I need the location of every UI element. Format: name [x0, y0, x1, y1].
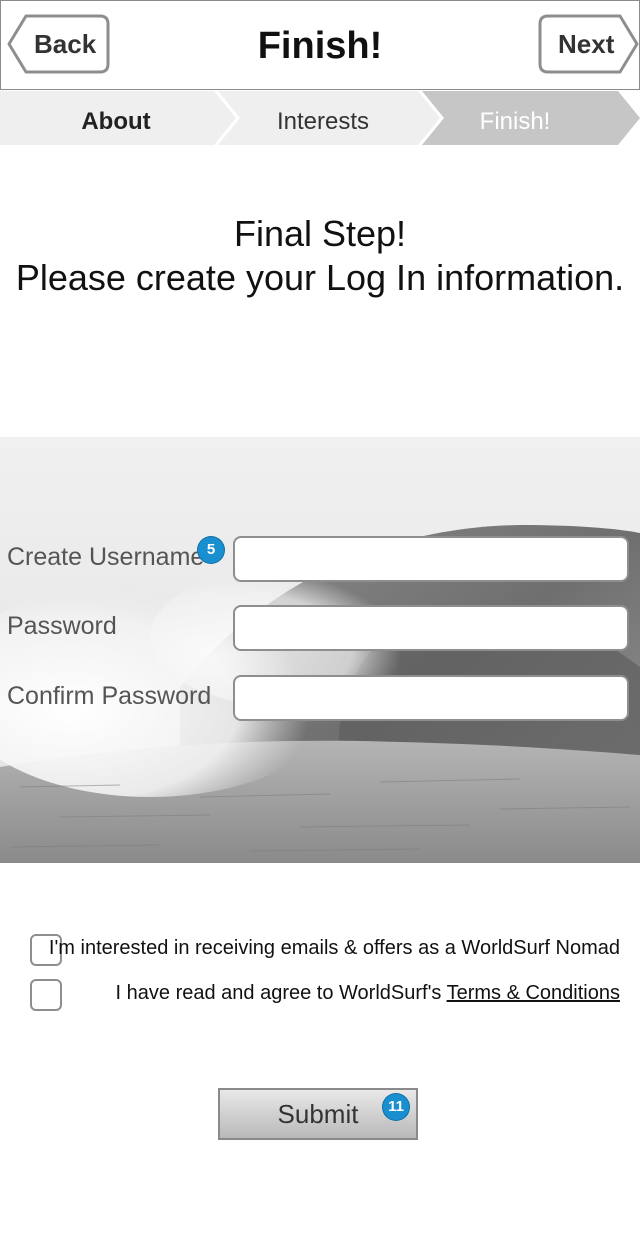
step-interests[interactable]: Interests	[226, 91, 420, 145]
submit-button-label: Submit	[277, 1099, 359, 1129]
next-button-label: Next	[558, 29, 615, 59]
confirm-password-input[interactable]	[233, 675, 629, 721]
intro-line-2: Please create your Log In information.	[15, 257, 625, 298]
username-input[interactable]	[233, 536, 629, 582]
step-progress: About Interests Finish!	[0, 91, 640, 145]
step-finish[interactable]: Finish!	[430, 91, 600, 145]
confirm-password-label: Confirm Password	[7, 682, 212, 710]
step-about[interactable]: About	[20, 91, 212, 145]
terms-prefix: I have read and agree to WorldSurf's	[115, 982, 447, 1004]
terms-checkbox[interactable]	[30, 979, 62, 1011]
password-input[interactable]	[233, 605, 629, 651]
username-annotation-badge: 5	[198, 537, 224, 563]
terms-checkbox-label: I have read and agree to WorldSurf's Ter…	[116, 982, 620, 1005]
terms-link[interactable]: Terms & Conditions	[447, 982, 620, 1004]
intro-heading: Final Step! Please create your Log In in…	[0, 212, 640, 300]
intro-line-1: Final Step!	[233, 213, 407, 254]
password-label: Password	[7, 612, 117, 640]
username-label: Create Username	[7, 543, 205, 571]
submit-annotation-badge: 11	[383, 1094, 409, 1120]
next-button[interactable]: Next	[538, 14, 640, 74]
emails-checkbox-label: I'm interested in receiving emails & off…	[48, 937, 620, 959]
